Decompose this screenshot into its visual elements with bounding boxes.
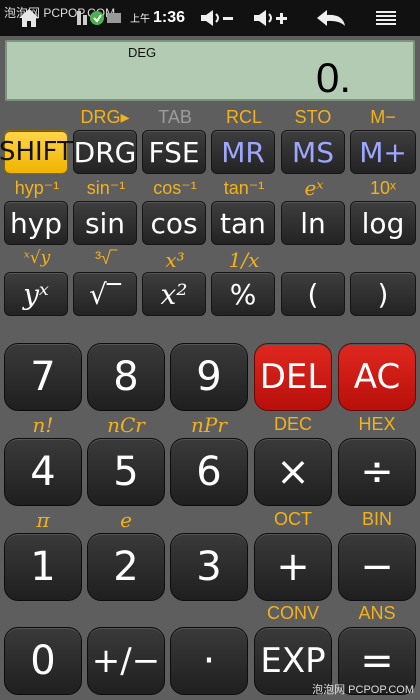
label-dec: DEC: [273, 414, 312, 434]
label-ten-power-x: 10ˣ: [370, 178, 396, 198]
digit-8-button[interactable]: 8: [87, 343, 165, 411]
volume-up-icon[interactable]: [250, 0, 292, 36]
label-npr: nPr: [191, 413, 227, 437]
home-icon[interactable]: [14, 0, 44, 36]
notification-icons: [74, 0, 126, 36]
label-hyp-inverse: hyp⁻¹: [14, 178, 60, 198]
label-m-minus: M−: [370, 107, 396, 127]
label-x-cubed: x³: [165, 248, 185, 272]
calculator-display: DEG 0.: [5, 40, 415, 101]
label-e-power-x: eˣ: [304, 176, 324, 200]
label-sin-inverse: sin⁻¹: [86, 178, 126, 198]
label-cos-inverse: cos⁻¹: [153, 178, 197, 198]
label-rcl: RCL: [225, 107, 262, 127]
label-reciprocal: 1/x: [228, 248, 260, 272]
back-icon[interactable]: [310, 0, 352, 36]
multiply-button[interactable]: ×: [254, 438, 332, 506]
menu-icon[interactable]: [368, 0, 404, 36]
label-bin: BIN: [361, 509, 392, 529]
close-paren-button[interactable]: ): [350, 272, 416, 316]
sqrt-button[interactable]: √‾: [73, 272, 137, 316]
digit-7-button[interactable]: 7: [4, 343, 82, 411]
digit-6-button[interactable]: 6: [170, 438, 248, 506]
digit-4-button[interactable]: 4: [4, 438, 82, 506]
divide-button[interactable]: ÷: [338, 438, 416, 506]
label-ans: ANS: [358, 603, 396, 623]
angle-mode-indicator: DEG: [128, 45, 157, 60]
plus-button[interactable]: +: [254, 533, 332, 601]
label-xth-root: ˣ√y: [23, 248, 51, 268]
volume-down-icon[interactable]: [196, 0, 238, 36]
fse-button[interactable]: FSE: [142, 130, 206, 174]
label-cube-root: ³√‾: [95, 248, 117, 268]
label-hex: HEX: [358, 414, 396, 434]
digit-9-button[interactable]: 9: [170, 343, 248, 411]
decimal-point-button[interactable]: ·: [170, 627, 248, 695]
digit-5-button[interactable]: 5: [87, 438, 165, 506]
label-factorial: n!: [32, 413, 54, 437]
minus-button[interactable]: −: [338, 533, 416, 601]
label-pi: π: [36, 508, 50, 532]
drg-button[interactable]: DRG: [73, 130, 137, 174]
clock: 上午 1:36: [130, 9, 186, 26]
label-conv: CONV: [266, 603, 319, 623]
digit-3-button[interactable]: 3: [170, 533, 248, 601]
hyp-button[interactable]: hyp: [4, 201, 68, 245]
digit-2-button[interactable]: 2: [87, 533, 165, 601]
sin-button[interactable]: sin: [73, 201, 137, 245]
label-e: e: [120, 508, 132, 532]
m-plus-button[interactable]: M+: [350, 130, 416, 174]
footer-watermark: 泡泡网 PCPOP.COM: [312, 684, 414, 696]
label-sto: STO: [294, 107, 332, 127]
log-button[interactable]: log: [350, 201, 416, 245]
display-value: 0.: [315, 54, 351, 101]
label-ncr: nCr: [107, 413, 145, 437]
shift-button[interactable]: SHIFT: [0, 130, 73, 174]
mr-button[interactable]: MR: [211, 130, 275, 174]
digit-0-button[interactable]: 0: [4, 627, 82, 695]
label-oct: OCT: [274, 509, 312, 529]
power-button[interactable]: yˣ: [4, 272, 68, 316]
label-drg-arrow: DRG▸: [80, 107, 130, 127]
label-tan-inverse: tan⁻¹: [223, 178, 265, 198]
ln-button[interactable]: ln: [281, 201, 345, 245]
digit-1-button[interactable]: 1: [4, 533, 82, 601]
delete-button[interactable]: DEL: [254, 343, 332, 411]
label-tab: TAB: [158, 107, 192, 127]
ms-button[interactable]: MS: [281, 130, 345, 174]
tan-button[interactable]: tan: [211, 201, 275, 245]
percent-button[interactable]: %: [211, 272, 275, 316]
square-button[interactable]: x²: [142, 272, 206, 316]
open-paren-button[interactable]: (: [281, 272, 345, 316]
sign-toggle-button[interactable]: +∕−: [87, 627, 165, 695]
cos-button[interactable]: cos: [142, 201, 206, 245]
status-bar: 泡泡网 PCPOP.COM 上午 1:36: [0, 0, 420, 36]
all-clear-button[interactable]: AC: [338, 343, 416, 411]
